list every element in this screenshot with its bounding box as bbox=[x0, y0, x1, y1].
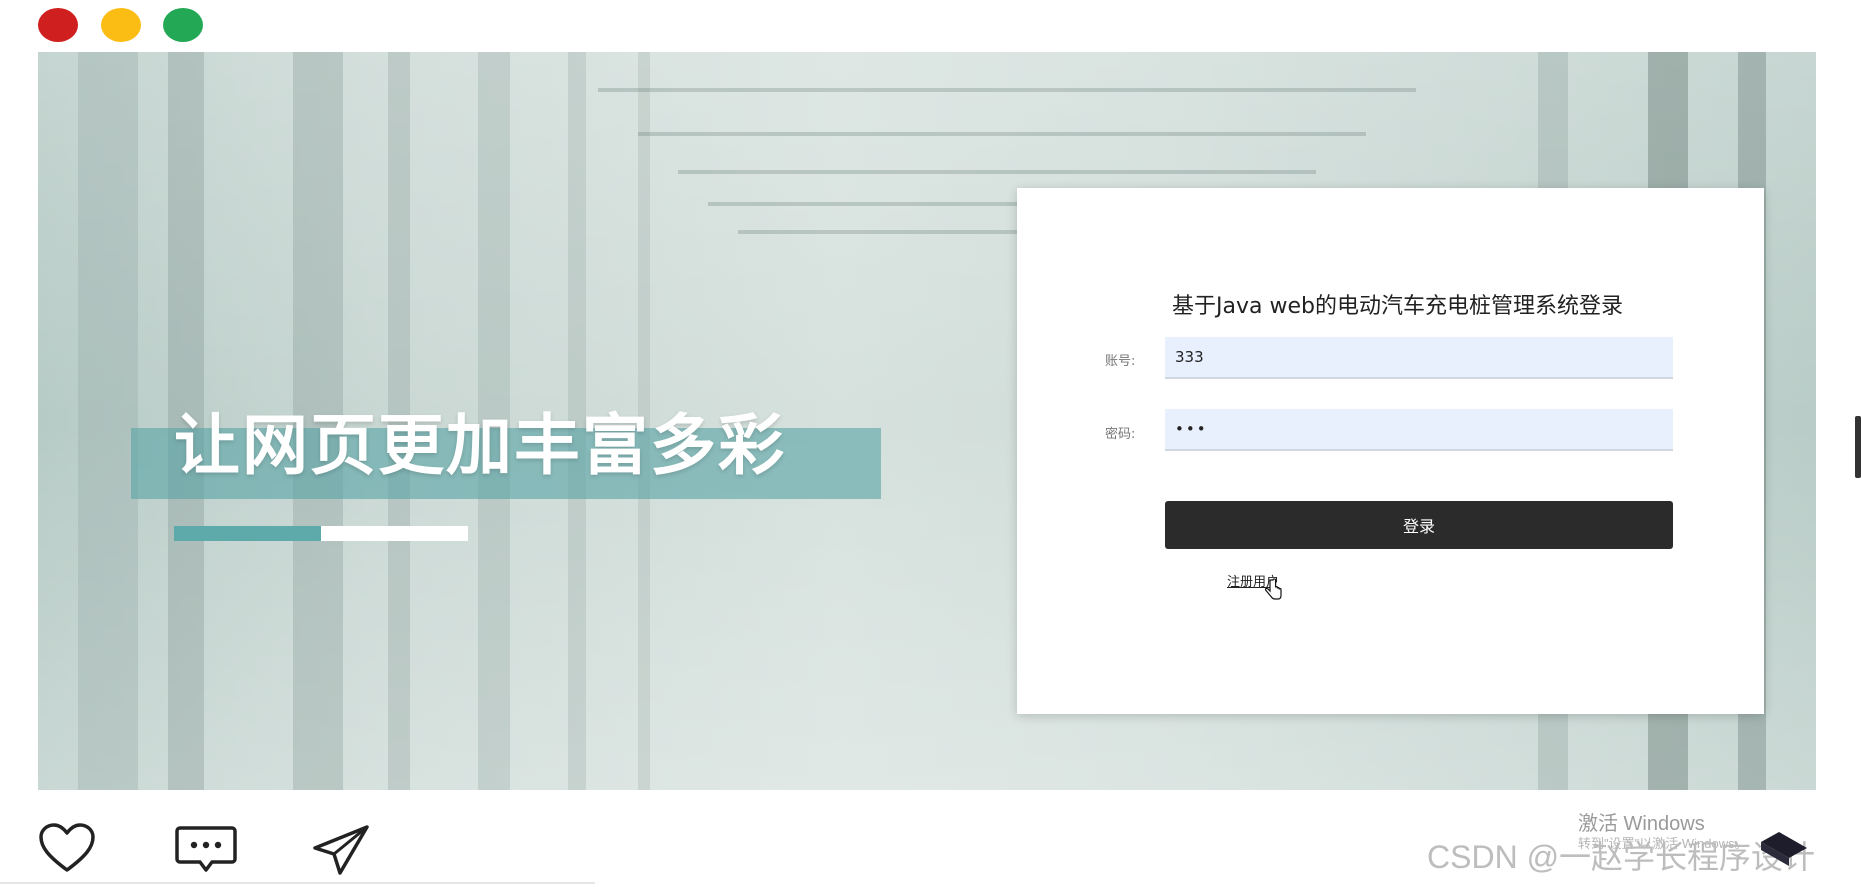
hand-cursor-icon bbox=[1264, 578, 1282, 600]
send-icon[interactable] bbox=[312, 824, 370, 876]
bookmark-icon[interactable] bbox=[1757, 828, 1811, 872]
window-minimize-dot[interactable] bbox=[101, 8, 141, 42]
bottom-divider bbox=[0, 882, 595, 884]
ceiling-beam bbox=[638, 132, 1366, 136]
password-input[interactable] bbox=[1165, 409, 1673, 451]
side-scroll-tab[interactable] bbox=[1855, 416, 1861, 478]
ceiling-beam bbox=[678, 170, 1316, 174]
accent-bar-teal bbox=[174, 526, 321, 541]
message-icon[interactable] bbox=[174, 825, 238, 875]
password-label: 密码: bbox=[1105, 427, 1136, 442]
corridor-column bbox=[78, 52, 138, 790]
login-button[interactable]: 登录 bbox=[1165, 501, 1673, 549]
account-label: 账号: bbox=[1105, 354, 1136, 369]
window-close-dot[interactable] bbox=[38, 8, 78, 42]
login-card: 基于Java web的电动汽车充电桩管理系统登录 账号: 密码: 登录 注册用户 bbox=[1017, 188, 1764, 714]
slogan-text: 让网页更加丰富多彩 bbox=[174, 407, 786, 484]
ceiling-beam bbox=[598, 88, 1416, 92]
window-maximize-dot[interactable] bbox=[163, 8, 203, 42]
accent-bar-white bbox=[321, 526, 468, 541]
account-input[interactable] bbox=[1165, 337, 1673, 379]
heart-icon[interactable] bbox=[38, 822, 96, 874]
login-title: 基于Java web的电动汽车充电桩管理系统登录 bbox=[1172, 294, 1623, 319]
